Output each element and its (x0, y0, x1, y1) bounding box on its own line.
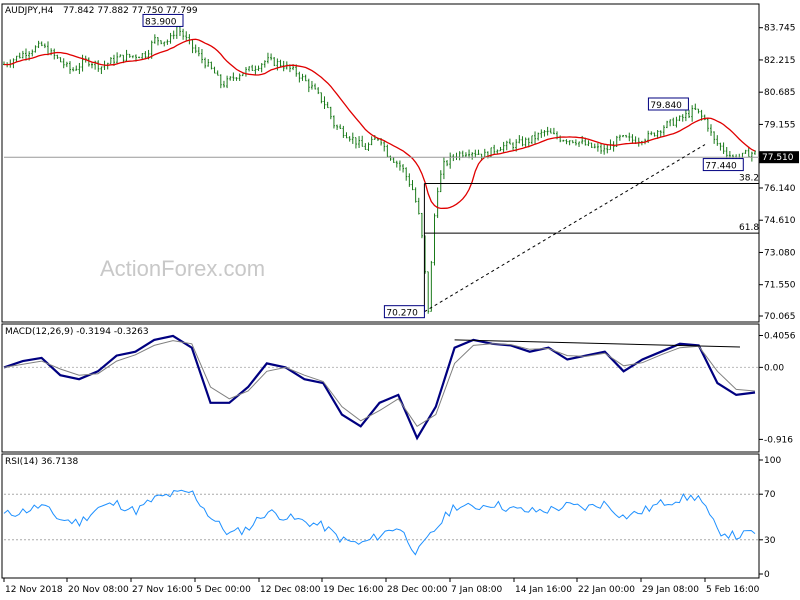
price-tick-label: 71.550 (764, 281, 796, 291)
macd-tick-label: 0.4056 (764, 331, 796, 341)
price-tick-label: 74.610 (764, 216, 796, 226)
x-tick-label: 20 Nov 08:00 (68, 585, 129, 595)
price-annotation-label: 79.840 (650, 101, 682, 111)
price-annotation-label: 70.270 (386, 309, 418, 319)
x-tick-label: 7 Jan 08:00 (451, 585, 503, 595)
rsi-title: RSI(14) 36.7138 (5, 457, 78, 467)
price-tick-label: 83.745 (764, 24, 796, 34)
chart-canvas: ActionForex.com 83.745 82.215 80.685 79.155… (1, 3, 799, 595)
x-tick-label: 22 Jan 00:00 (578, 585, 635, 595)
macd-tick-label: 0.00 (764, 363, 784, 373)
macd-title: MACD(12,26,9) -0.3194 -0.3263 (5, 327, 149, 337)
fib-level-label: 38.2 (739, 174, 759, 184)
ohlc-header: 77.842 77.882 77.750 77.799 (63, 6, 198, 16)
rsi-panel (1, 453, 760, 579)
last-price-label: 77.510 (762, 153, 794, 163)
macd-tick-label: -0.916 (764, 435, 793, 445)
x-tick-label: 12 Nov 2018 (5, 585, 63, 595)
symbol-title: AUDJPY,H4 (5, 6, 54, 16)
x-tick-label: 28 Dec 00:00 (387, 585, 448, 595)
macd-panel (1, 323, 760, 453)
rsi-tick-label: 30 (764, 536, 776, 546)
rsi-tick-label: 0 (764, 570, 770, 580)
x-tick-label: 5 Feb 16:00 (706, 585, 760, 595)
x-tick-label: 14 Jan 16:00 (515, 585, 572, 595)
price-annotation-label: 83.900 (145, 17, 177, 27)
rsi-tick-label: 70 (764, 490, 776, 500)
x-tick-label: 27 Nov 16:00 (132, 585, 193, 595)
rsi-tick-label: 100 (764, 456, 781, 466)
price-tick-label: 79.155 (764, 120, 796, 130)
fib-level-label: 61.8 (739, 223, 759, 233)
x-tick-label: 29 Jan 08:00 (642, 585, 699, 595)
price-tick-label: 80.685 (764, 88, 796, 98)
x-tick-label: 19 Dec 16:00 (323, 585, 384, 595)
price-tick-label: 76.140 (764, 184, 796, 194)
price-tick-label: 73.080 (764, 248, 796, 258)
x-axis: 12 Nov 2018 20 Nov 08:00 27 Nov 16:00 5 Dec… (3, 578, 760, 595)
watermark: ActionForex.com (100, 256, 265, 281)
price-tick-label: 70.065 (764, 312, 796, 322)
price-tick-label: 82.215 (764, 56, 796, 66)
x-tick-label: 12 Dec 08:00 (260, 585, 321, 595)
price-annotation-label: 77.440 (705, 162, 737, 172)
x-tick-label: 5 Dec 00:00 (196, 585, 251, 595)
